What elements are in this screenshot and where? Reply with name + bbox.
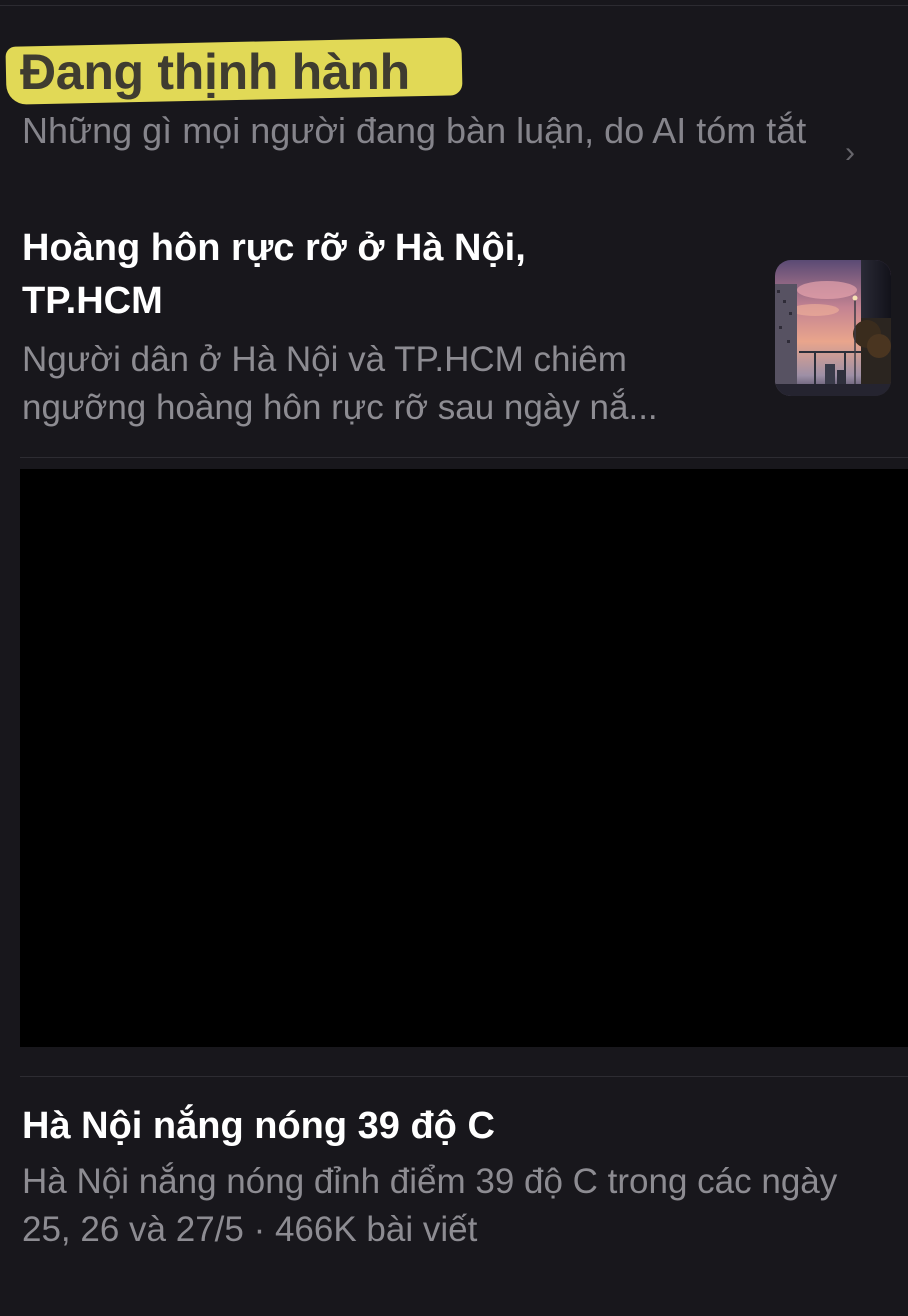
top-divider — [0, 5, 908, 6]
story-summary: Hà Nội nắng nóng đỉnh điểm 39 độ C trong… — [22, 1162, 838, 1249]
chevron-right-icon: › — [845, 136, 855, 169]
trending-section-header[interactable]: Đang thịnh hành Những gì mọi người đang … — [0, 30, 908, 200]
section-subtitle: Những gì mọi người đang bàn luận, do AI … — [22, 110, 807, 151]
media-placeholder — [20, 469, 908, 1047]
story-summary: Người dân ở Hà Nội và TP.HCM chiêm ngưỡn… — [22, 340, 658, 427]
story-title: Hà Nội nắng nóng 39 độ C — [22, 1105, 495, 1147]
section-title: Đang thịnh hành — [20, 44, 410, 100]
story-title: Hoàng hôn rực rỡ ở Hà Nội, TP.HCM — [22, 227, 526, 322]
trending-story-heat[interactable]: Hà Nội nắng nóng 39 độ C Hà Nội nắng nón… — [0, 1100, 908, 1260]
trending-story-sunset[interactable]: Hoàng hôn rực rỡ ở Hà Nội, TP.HCM Người … — [0, 222, 908, 457]
row-divider — [20, 1076, 908, 1077]
sunset-city-image — [775, 260, 891, 396]
row-divider — [20, 457, 908, 458]
